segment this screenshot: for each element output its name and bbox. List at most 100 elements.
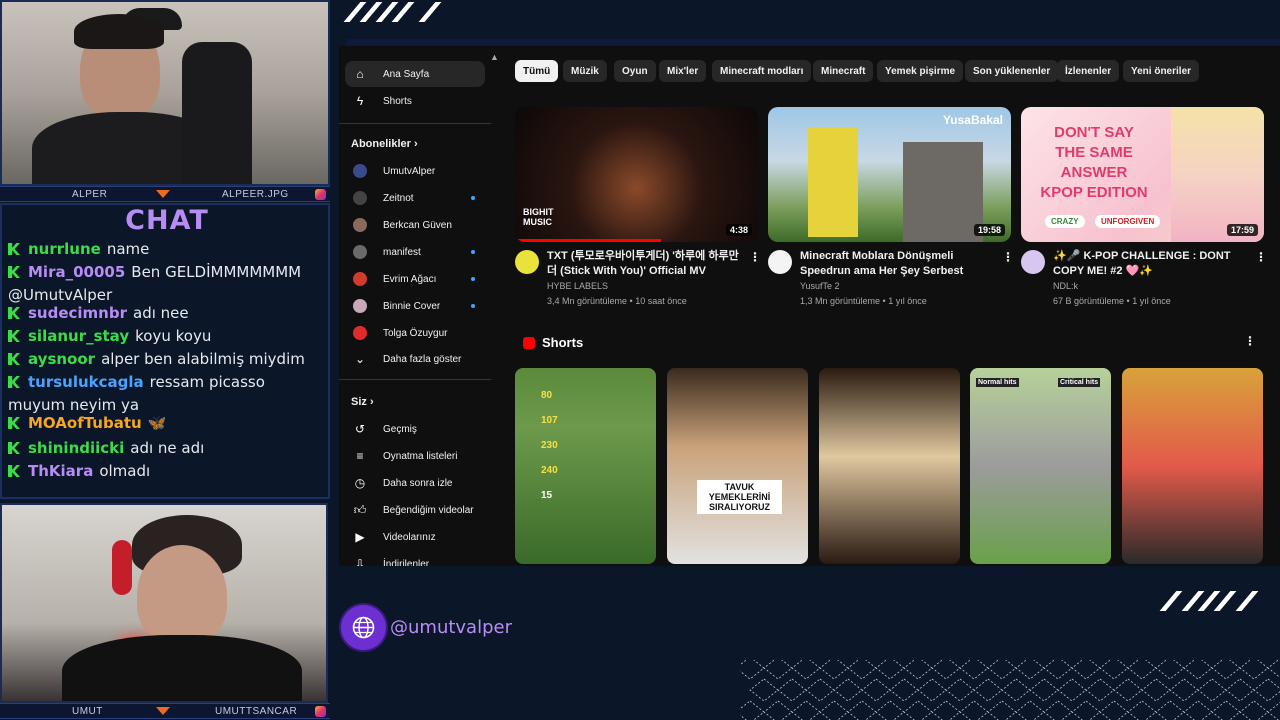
video-meta: 67 B görüntüleme • 1 yıl önce (1053, 296, 1171, 306)
cam-name-right: ALPEER.JPG (222, 189, 289, 200)
subscriber-badge-icon (8, 442, 20, 454)
new-content-dot (471, 277, 475, 281)
shorts-icon: ϟ (356, 94, 364, 108)
sidebar-item-your-videos[interactable]: ▶ Videolarınız (345, 524, 485, 550)
sidebar-item-watch-later[interactable]: ◷ Daha sonra izle (345, 470, 485, 496)
show-more-button[interactable]: ⌄ Daha fazla göster (345, 346, 485, 372)
thumbnail-label: DON'T SAY THE SAME ANSWER KPOP EDITION (1040, 124, 1148, 201)
webcam-alper (0, 0, 330, 186)
channel-avatar[interactable] (515, 250, 539, 274)
sidebar-item-ana-sayfa[interactable]: ⌂ Ana Sayfa (345, 61, 485, 87)
chat-message: silanur_stay koyu koyu (8, 325, 326, 348)
avatar (353, 191, 367, 205)
subscriber-badge-icon (8, 465, 20, 477)
history-icon: ↺ (354, 422, 366, 436)
avatar (353, 272, 367, 286)
sidebar-item-label: Shorts (383, 95, 412, 107)
short-overlay-number: 80 (541, 390, 553, 401)
filter-chip[interactable]: Minecraft (813, 60, 874, 82)
video-more-icon[interactable]: ⋮ (749, 250, 761, 264)
subscription-label: Tolga Özuygur (383, 327, 448, 339)
subscriptions-label: Abonelikler (351, 138, 411, 150)
sidebar-item-playlists[interactable]: ≡ Oynatma listeleri (345, 443, 485, 469)
filter-chip[interactable]: Son yüklenenler (965, 60, 1059, 82)
sidebar-item-label: Oynatma listeleri (383, 450, 458, 462)
sidebar-subscription[interactable]: Binnie Cover (345, 293, 485, 319)
sidebar-subscription[interactable]: manifest (345, 239, 485, 265)
top-accent-stripe (346, 39, 1280, 46)
channel-name[interactable]: NDL:k (1053, 279, 1078, 294)
sidebar-subscription[interactable]: Tolga Özuygur (345, 320, 485, 346)
you-heading[interactable]: Siz › (351, 396, 374, 408)
sidebar-item-history[interactable]: ↺ Geçmiş (345, 416, 485, 442)
sidebar-subscription[interactable]: Zeitnot (345, 185, 485, 211)
thumbnail-label: YusaBakal (942, 113, 1003, 127)
video-meta: 1,3 Mn görüntüleme • 1 yıl önce (800, 296, 927, 306)
channel-avatar[interactable] (768, 250, 792, 274)
scroll-up-icon[interactable]: ▲ (490, 52, 499, 62)
video-more-icon[interactable]: ⋮ (1002, 250, 1014, 264)
new-content-dot (471, 304, 475, 308)
chat-message: Mira_00005 Ben GELDİMMMMMMM @UmutvAlper (8, 261, 326, 307)
short-thumbnail[interactable] (819, 368, 960, 564)
avatar (353, 164, 367, 178)
chat-message: ThKiara olmadı (8, 460, 326, 483)
video-title[interactable]: Minecraft Moblara Dönüşmeli Speedrun ama… (800, 249, 998, 279)
short-overlay-text: TAVUK YEMEKLERİNİ SIRALIYORUZ (697, 480, 782, 514)
short-thumbnail[interactable]: 80 107 230 240 15 (515, 368, 656, 564)
arrow-icon (156, 190, 170, 198)
shorts-logo-icon (523, 337, 535, 349)
sidebar-item-shorts[interactable]: ϟ Shorts (345, 88, 485, 114)
chevron-right-icon: › (410, 138, 418, 150)
channel-name[interactable]: HYBE LABELS (547, 279, 608, 294)
video-thumbnail[interactable]: YusaBakal 19:58 (768, 107, 1011, 242)
new-content-dot (471, 250, 475, 254)
stream-overlay: ALPER ALPEER.JPG CHAT nurrlune name Mira_0… (0, 0, 1280, 720)
chat-username: sudecimnbr (28, 304, 127, 322)
sidebar-subscription[interactable]: UmutvAlper (345, 158, 485, 184)
video-thumbnail[interactable]: BIGHIT MUSIC 4:38 (515, 107, 758, 242)
sidebar-subscription[interactable]: Berkcan Güven (345, 212, 485, 238)
filter-chip[interactable]: Yemek pişirme (877, 60, 964, 82)
chair (182, 42, 252, 184)
sidebar-item-label: Daha sonra izle (383, 477, 453, 489)
short-thumbnail[interactable] (1122, 368, 1263, 564)
thumbnail-label: BIGHIT MUSIC (523, 207, 554, 227)
filter-chip[interactable]: Oyun (614, 60, 656, 82)
hair (74, 14, 164, 49)
avatar (353, 299, 367, 313)
short-thumbnail[interactable]: Normal hits Critical hits (970, 368, 1111, 564)
chat-panel: CHAT nurrlune name Mira_00005 Ben GELDİMMMM… (0, 203, 330, 499)
filter-chip[interactable]: Tümü (515, 60, 559, 82)
playlists-icon: ≡ (356, 449, 364, 463)
subscription-label: Evrim Ağacı (383, 273, 437, 285)
video-title[interactable]: ✨🎤 K-POP CHALLENGE : DONT COPY ME! #2 🩷✨ (1053, 249, 1251, 279)
video-duration: 19:58 (973, 224, 1005, 236)
channel-avatar[interactable] (1021, 250, 1045, 274)
subscriber-badge-icon (8, 417, 20, 429)
filter-chip[interactable]: İzlenenler (1057, 60, 1120, 82)
video-more-icon[interactable]: ⋮ (1255, 250, 1267, 264)
filter-chip[interactable]: Minecraft modları (712, 60, 812, 82)
chat-username: aysnoor (28, 350, 96, 368)
video-title[interactable]: TXT (투모로우바이투게더) '하루에 하루만 더 (Stick With Y… (547, 249, 745, 279)
sidebar-item-like[interactable]: 👍︎ Beğendiğim videolar (345, 497, 485, 523)
channel-name[interactable]: YusufTe 2 (800, 279, 840, 294)
chat-text: adı nee (133, 304, 189, 322)
short-overlay-number: 107 (541, 415, 558, 426)
short-thumbnail[interactable]: TAVUK YEMEKLERİNİ SIRALIYORUZ (667, 368, 808, 564)
filter-chip[interactable]: Yeni öneriler (1123, 60, 1200, 82)
sidebar-item-downloads[interactable]: ⇩ İndirilenler (345, 551, 485, 566)
tag-crazy: CRAZY (1045, 215, 1085, 228)
video-duration: 4:38 (725, 224, 752, 236)
youtube-window: ⌂ Ana Sayfa ϟ Shorts Abonelikler › UmutvAlper… (339, 46, 1280, 566)
namebar-top: ALPER ALPEER.JPG (0, 186, 330, 202)
subscription-label: UmutvAlper (383, 165, 436, 177)
filter-chip[interactable]: Müzik (563, 60, 607, 82)
subscriptions-heading[interactable]: Abonelikler › (351, 138, 418, 150)
sidebar-subscription[interactable]: Evrim Ağacı (345, 266, 485, 292)
filter-chip[interactable]: Mix'ler (659, 60, 707, 82)
video-thumbnail[interactable]: DON'T SAY THE SAME ANSWER KPOP EDITION CR… (1021, 107, 1264, 242)
shorts-more-icon[interactable]: ⋮ (1244, 334, 1256, 348)
chat-title: CHAT (125, 205, 209, 236)
